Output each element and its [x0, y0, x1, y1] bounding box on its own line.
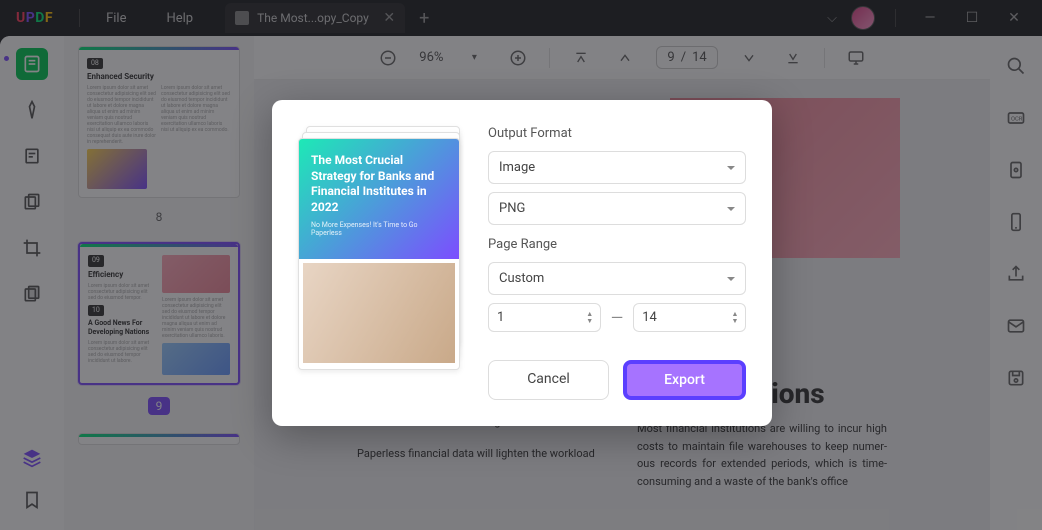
- page-range-label: Page Range: [488, 237, 746, 252]
- spin-down-icon[interactable]: ▼: [584, 318, 596, 325]
- format-type-select[interactable]: Image: [488, 151, 746, 184]
- page-range-select[interactable]: Custom: [488, 262, 746, 295]
- spin-down-icon[interactable]: ▼: [729, 318, 741, 325]
- range-dash: —: [611, 308, 624, 327]
- export-button[interactable]: Export: [623, 360, 746, 400]
- export-form: Output Format Image PNG Page Range Custo…: [488, 126, 746, 400]
- export-preview: The Most Crucial Strategy for Banks and …: [298, 126, 466, 400]
- output-format-label: Output Format: [488, 126, 746, 141]
- format-ext-select[interactable]: PNG: [488, 192, 746, 225]
- cancel-button[interactable]: Cancel: [488, 360, 609, 400]
- export-modal: The Most Crucial Strategy for Banks and …: [272, 100, 772, 426]
- range-to-input[interactable]: 14 ▲▼: [633, 303, 746, 332]
- range-from-input[interactable]: 1 ▲▼: [488, 303, 601, 332]
